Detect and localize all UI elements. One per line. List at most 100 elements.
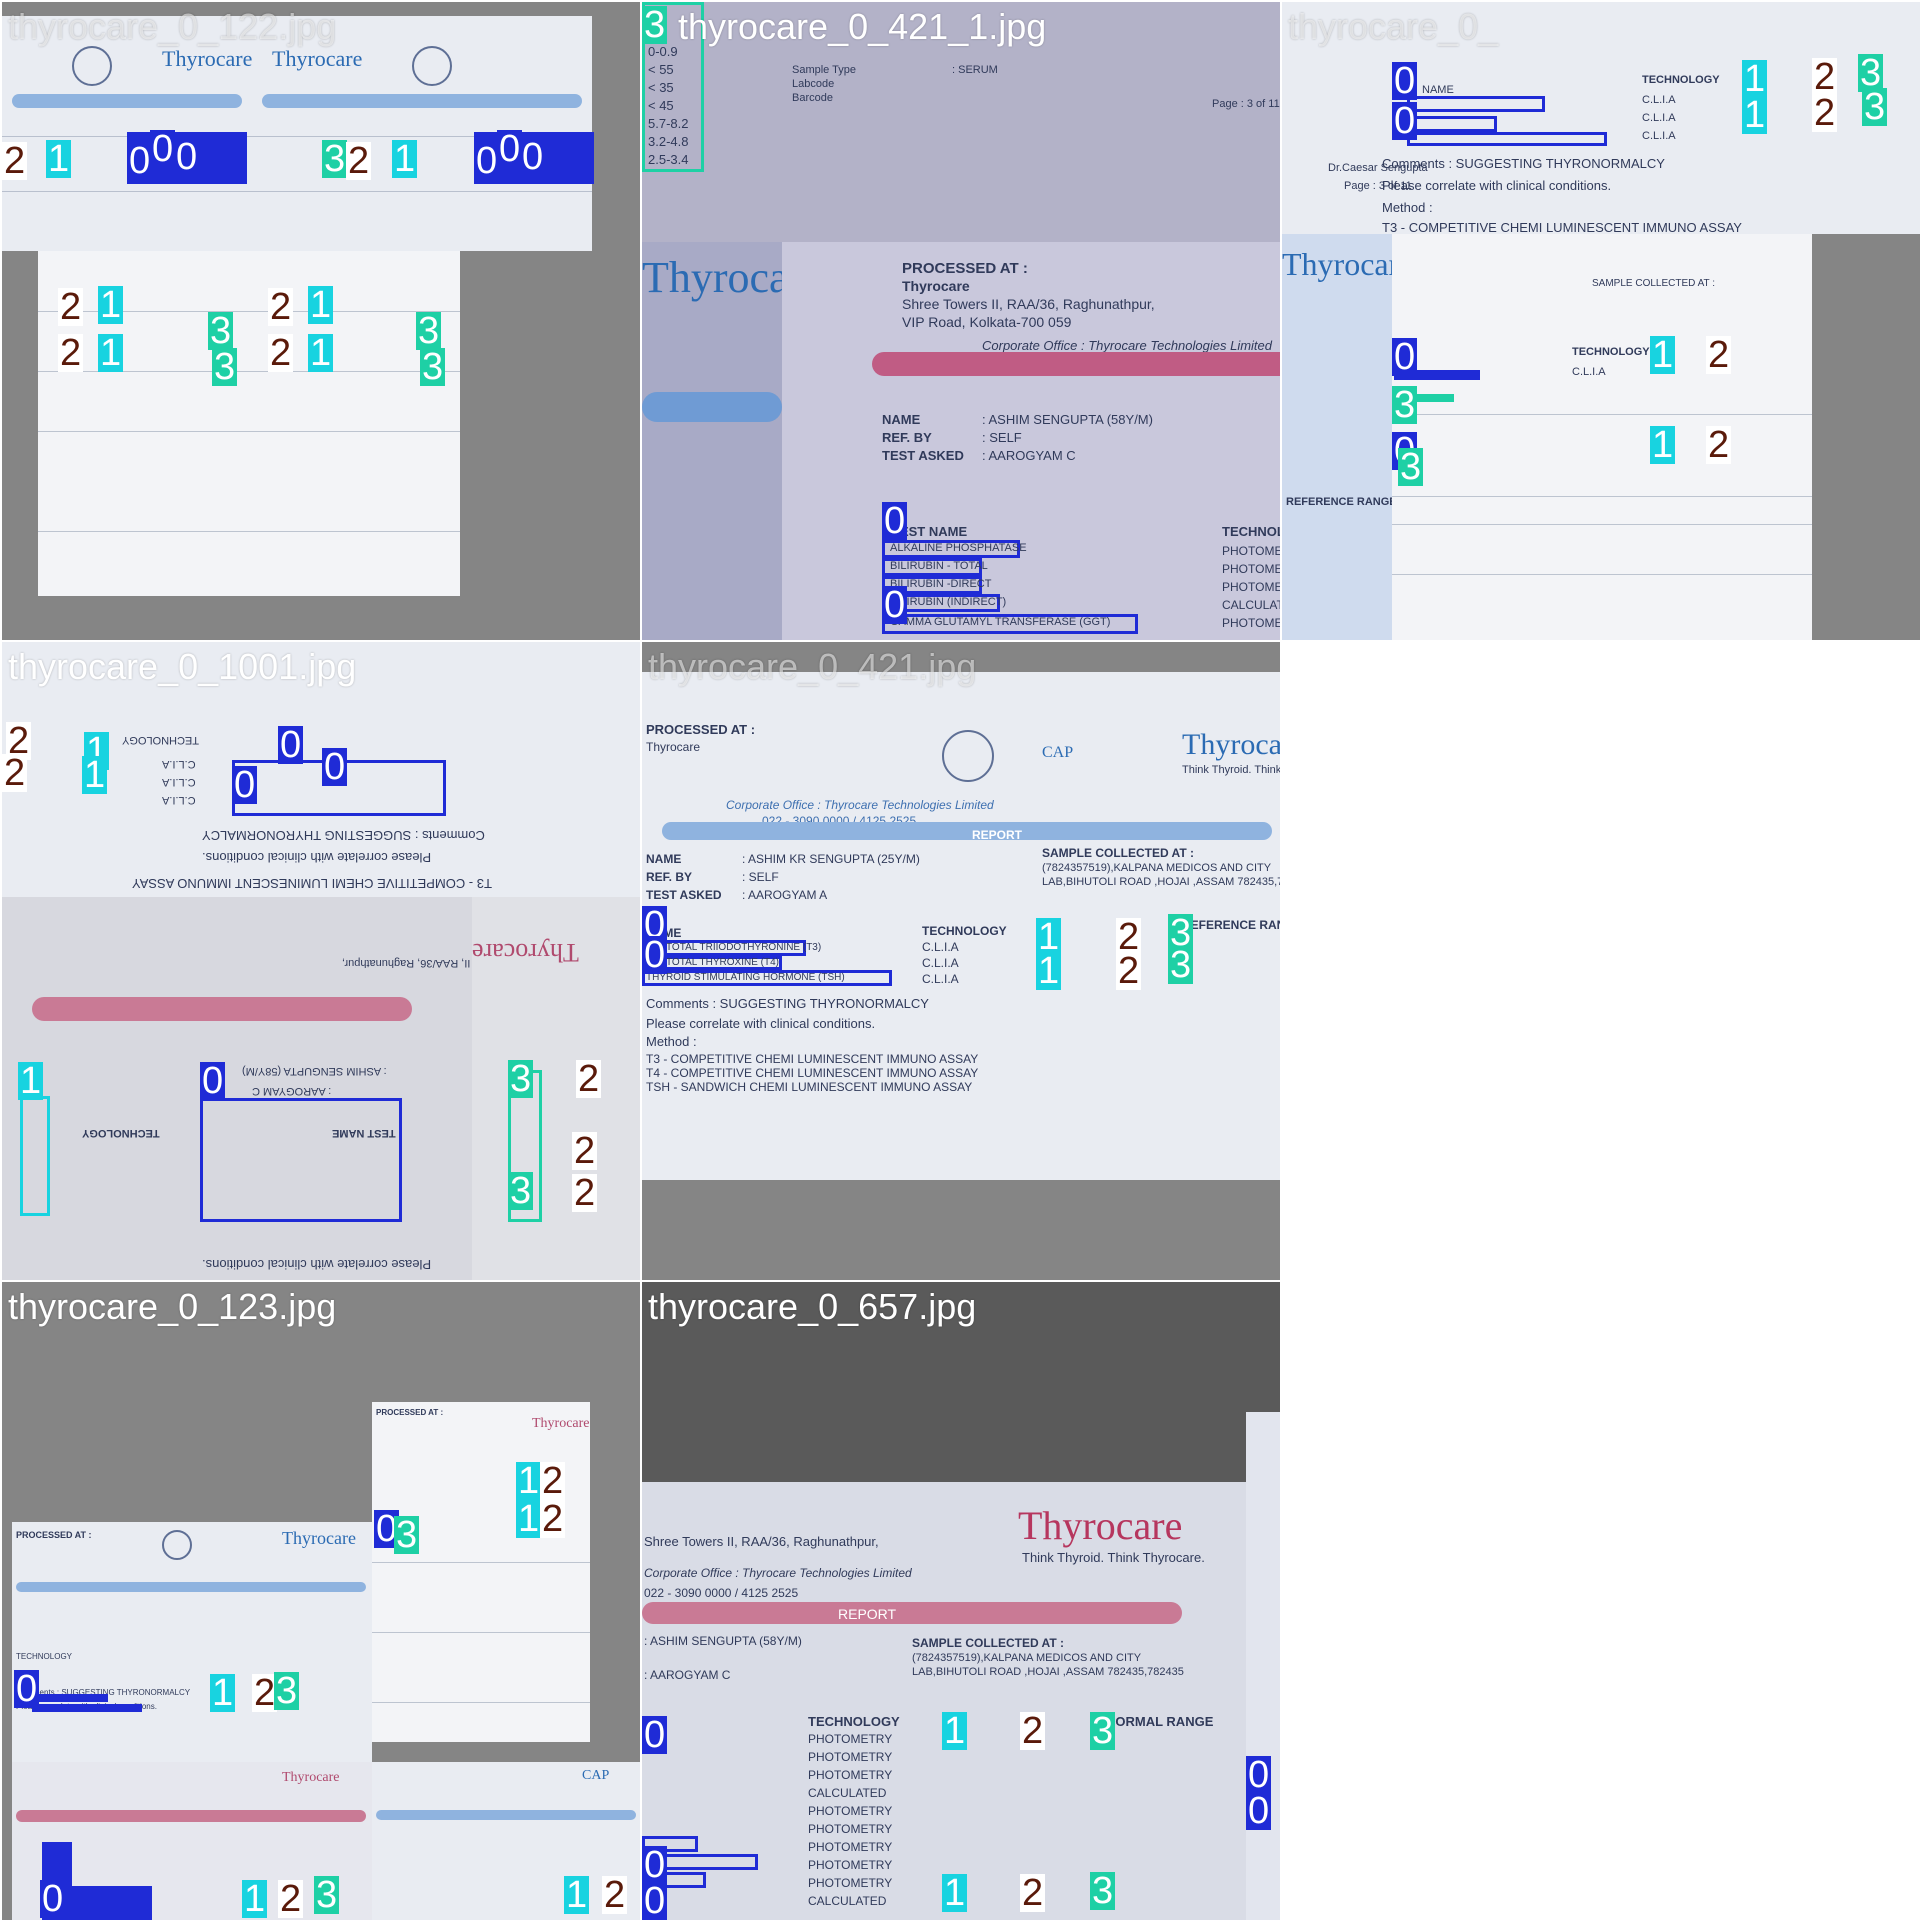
class-label-3: 3 [508, 1058, 534, 1100]
refby-value: : SELF [742, 870, 779, 884]
divider [38, 431, 250, 432]
class-label-0: 0 [127, 140, 153, 182]
class-label-2: 2 [268, 286, 294, 328]
class-label-1: 1 [308, 332, 334, 374]
name-value: : ASHIM SENGUPTA (58Y/M) [644, 1634, 802, 1648]
technology-value: PHOTOMETRY [808, 1840, 893, 1854]
brand-text: Thyrocare [282, 1770, 340, 1785]
class-label-3: 3 [1392, 384, 1418, 426]
method-line: T3 - COMPETITIVE CHEMI LUMINESCENT IMMUN… [132, 876, 492, 891]
brand-text: Thyrocare [472, 938, 579, 967]
class-label-0: 0 [40, 1878, 66, 1920]
method-line: TSH - SANDWICH CHEMI LUMINESCENT IMMUNO … [646, 1080, 973, 1094]
processed-at-label: PROCESSED AT : [16, 1530, 92, 1540]
tile-thyrocare-0-421-1[interactable]: Sample Type : SERUM Labcode Barcode Page… [642, 2, 1280, 640]
tile-filename: thyrocare_0_421_1.jpg [678, 6, 1047, 47]
thyroid-test: THYROID STIMULATING HORMONE (TSH) [646, 972, 845, 983]
technology-value: CALCULATED [808, 1786, 887, 1800]
bbox-class-0 [72, 1886, 152, 1920]
method-line: T3 - COMPETITIVE CHEMI LUMINESCENT IMMUN… [1382, 220, 1742, 234]
class-label-0: 0 [520, 136, 546, 178]
technology-value: PHOTOMETRY [808, 1804, 893, 1818]
class-label-3: 3 [322, 138, 348, 180]
divider [1392, 414, 1812, 415]
tagline: Think Thyroid. Think Thyrocare. [1182, 764, 1280, 776]
test-asked-label: TEST ASKED [646, 888, 722, 902]
class-label-2: 2 [1020, 1872, 1046, 1914]
range-header: REFERENCE RANGE [1286, 496, 1397, 508]
correlate-text: Please correlate with clinical condition… [202, 850, 432, 865]
technology-header: TECHNOLOGY [1222, 524, 1280, 539]
header-band [642, 392, 782, 422]
sample-collected: SAMPLE COLLECTED AT : [1592, 278, 1716, 289]
class-label-2: 2 [572, 1130, 598, 1172]
method-line: T4 - COMPETITIVE CHEMI LUMINESCENT IMMUN… [646, 1066, 979, 1080]
tile-thyrocare-0[interactable]: NAME TECHNOLOGY C.L.I.A C.L.I.A C.L.I.A … [1282, 2, 1920, 640]
class-label-0: 0 [642, 1880, 668, 1920]
comments-text: Comments : SUGGESTING THYRONORMALCY [646, 996, 929, 1011]
class-label-3: 3 [1168, 944, 1194, 986]
range-value: 3.2-4.8 [648, 134, 689, 149]
class-label-0: 0 [1246, 1790, 1272, 1832]
technology-value: PHOTOMETRY [1222, 616, 1280, 630]
name-value: : ASHIM SENGUPTA (58Y/M) [242, 1065, 387, 1077]
class-label-2: 2 [2, 752, 28, 794]
range-value: 2.5-3.4 [648, 152, 689, 167]
page-number: Page : 3 of 11 [1344, 180, 1412, 192]
tile-thyrocare-0-1001[interactable]: TECHNOLOGY C.L.I.A C.L.I.A C.L.I.A Comme… [2, 642, 640, 1280]
class-label-3: 3 [416, 310, 442, 352]
class-label-0: 0 [174, 136, 200, 178]
header-band [642, 1602, 1182, 1624]
tile-thyrocare-0-421[interactable]: PROCESSED AT : Thyrocare CAP Thyrocare T… [642, 642, 1280, 1280]
class-label-0: 0 [882, 500, 908, 542]
sample-collected: SAMPLE COLLECTED AT : [1042, 846, 1194, 860]
class-label-0: 0 [882, 584, 908, 626]
class-label-1: 1 [82, 754, 108, 796]
test-asked-label: TEST ASKED [882, 448, 964, 463]
refby-value: : SELF [982, 430, 1022, 445]
bbox-class-1 [20, 1096, 50, 1216]
class-label-2: 2 [58, 332, 84, 374]
technology-value: PHOTOMETRY [808, 1822, 893, 1836]
range-value: 0-0.9 [648, 44, 678, 59]
nabl-seal [412, 46, 452, 86]
tagline: Think Thyroid. Think Thyrocare. [1022, 1550, 1205, 1565]
technology-value: PHOTOMETRY [1222, 544, 1280, 558]
tile-thyrocare-0-657[interactable]: Thyrocare Think Thyroid. Think Thyrocare… [642, 1282, 1280, 1920]
technology-value: PHOTOMETRY [1222, 580, 1280, 594]
corporate-office: Corporate Office : Thyrocare Technologie… [982, 338, 1272, 353]
test-name: GAMMA GLUTAMYL TRANSFERASE (GGT) [890, 616, 1111, 628]
nabl-seal [162, 1530, 192, 1560]
tile-thyrocare-0-122[interactable]: Thyrocare Thyrocare thyrocare_0_122.jpg [2, 2, 640, 640]
sample-type-value: : SERUM [952, 64, 998, 76]
clia-value: C.L.I.A [1642, 94, 1676, 106]
class-label-0: 0 [232, 764, 258, 806]
sample-collected: SAMPLE COLLECTED AT : [912, 1636, 1064, 1650]
technology-value: PHOTOMETRY [1222, 562, 1280, 576]
document-photo: Shree Towers II, RAA/36, Raghunathpur, :… [2, 897, 472, 1280]
class-label-2: 2 [346, 140, 372, 182]
tile-thyrocare-0-123[interactable]: PROCESSED AT : Thyrocare TECHNOLOGY Comm… [2, 1282, 640, 1920]
class-label-1: 1 [18, 1060, 44, 1102]
processed-at-label: PROCESSED AT : [646, 722, 756, 737]
mosaic-grid: Thyrocare Thyrocare thyrocare_0_122.jpg [0, 0, 1920, 1920]
class-label-1: 1 [1036, 950, 1062, 992]
sample-type-label: Sample Type [792, 64, 857, 76]
refby-label: REF. BY [646, 870, 693, 884]
lab-name: Thyrocare [646, 740, 701, 754]
class-label-2: 2 [1116, 950, 1142, 992]
class-label-1: 1 [1742, 94, 1768, 136]
technology-value: PHOTOMETRY [808, 1876, 893, 1890]
lab-name: Thyrocare [902, 278, 970, 294]
technology-header: TECHNOLOGY [808, 1714, 900, 1729]
technology-value: PHOTOMETRY [808, 1768, 893, 1782]
thyroid-test: TOTAL TRIIODOTHYRONINE (T3) [666, 942, 822, 953]
class-label-1: 1 [210, 1672, 236, 1714]
class-label-0: 0 [1246, 1754, 1272, 1796]
technology-value: PHOTOMETRY [808, 1750, 893, 1764]
refby-label: REF. BY [882, 430, 932, 445]
class-label-2: 2 [58, 286, 84, 328]
divider [1392, 574, 1812, 575]
header-band [262, 94, 582, 108]
class-label-0: 0 [200, 1060, 226, 1102]
